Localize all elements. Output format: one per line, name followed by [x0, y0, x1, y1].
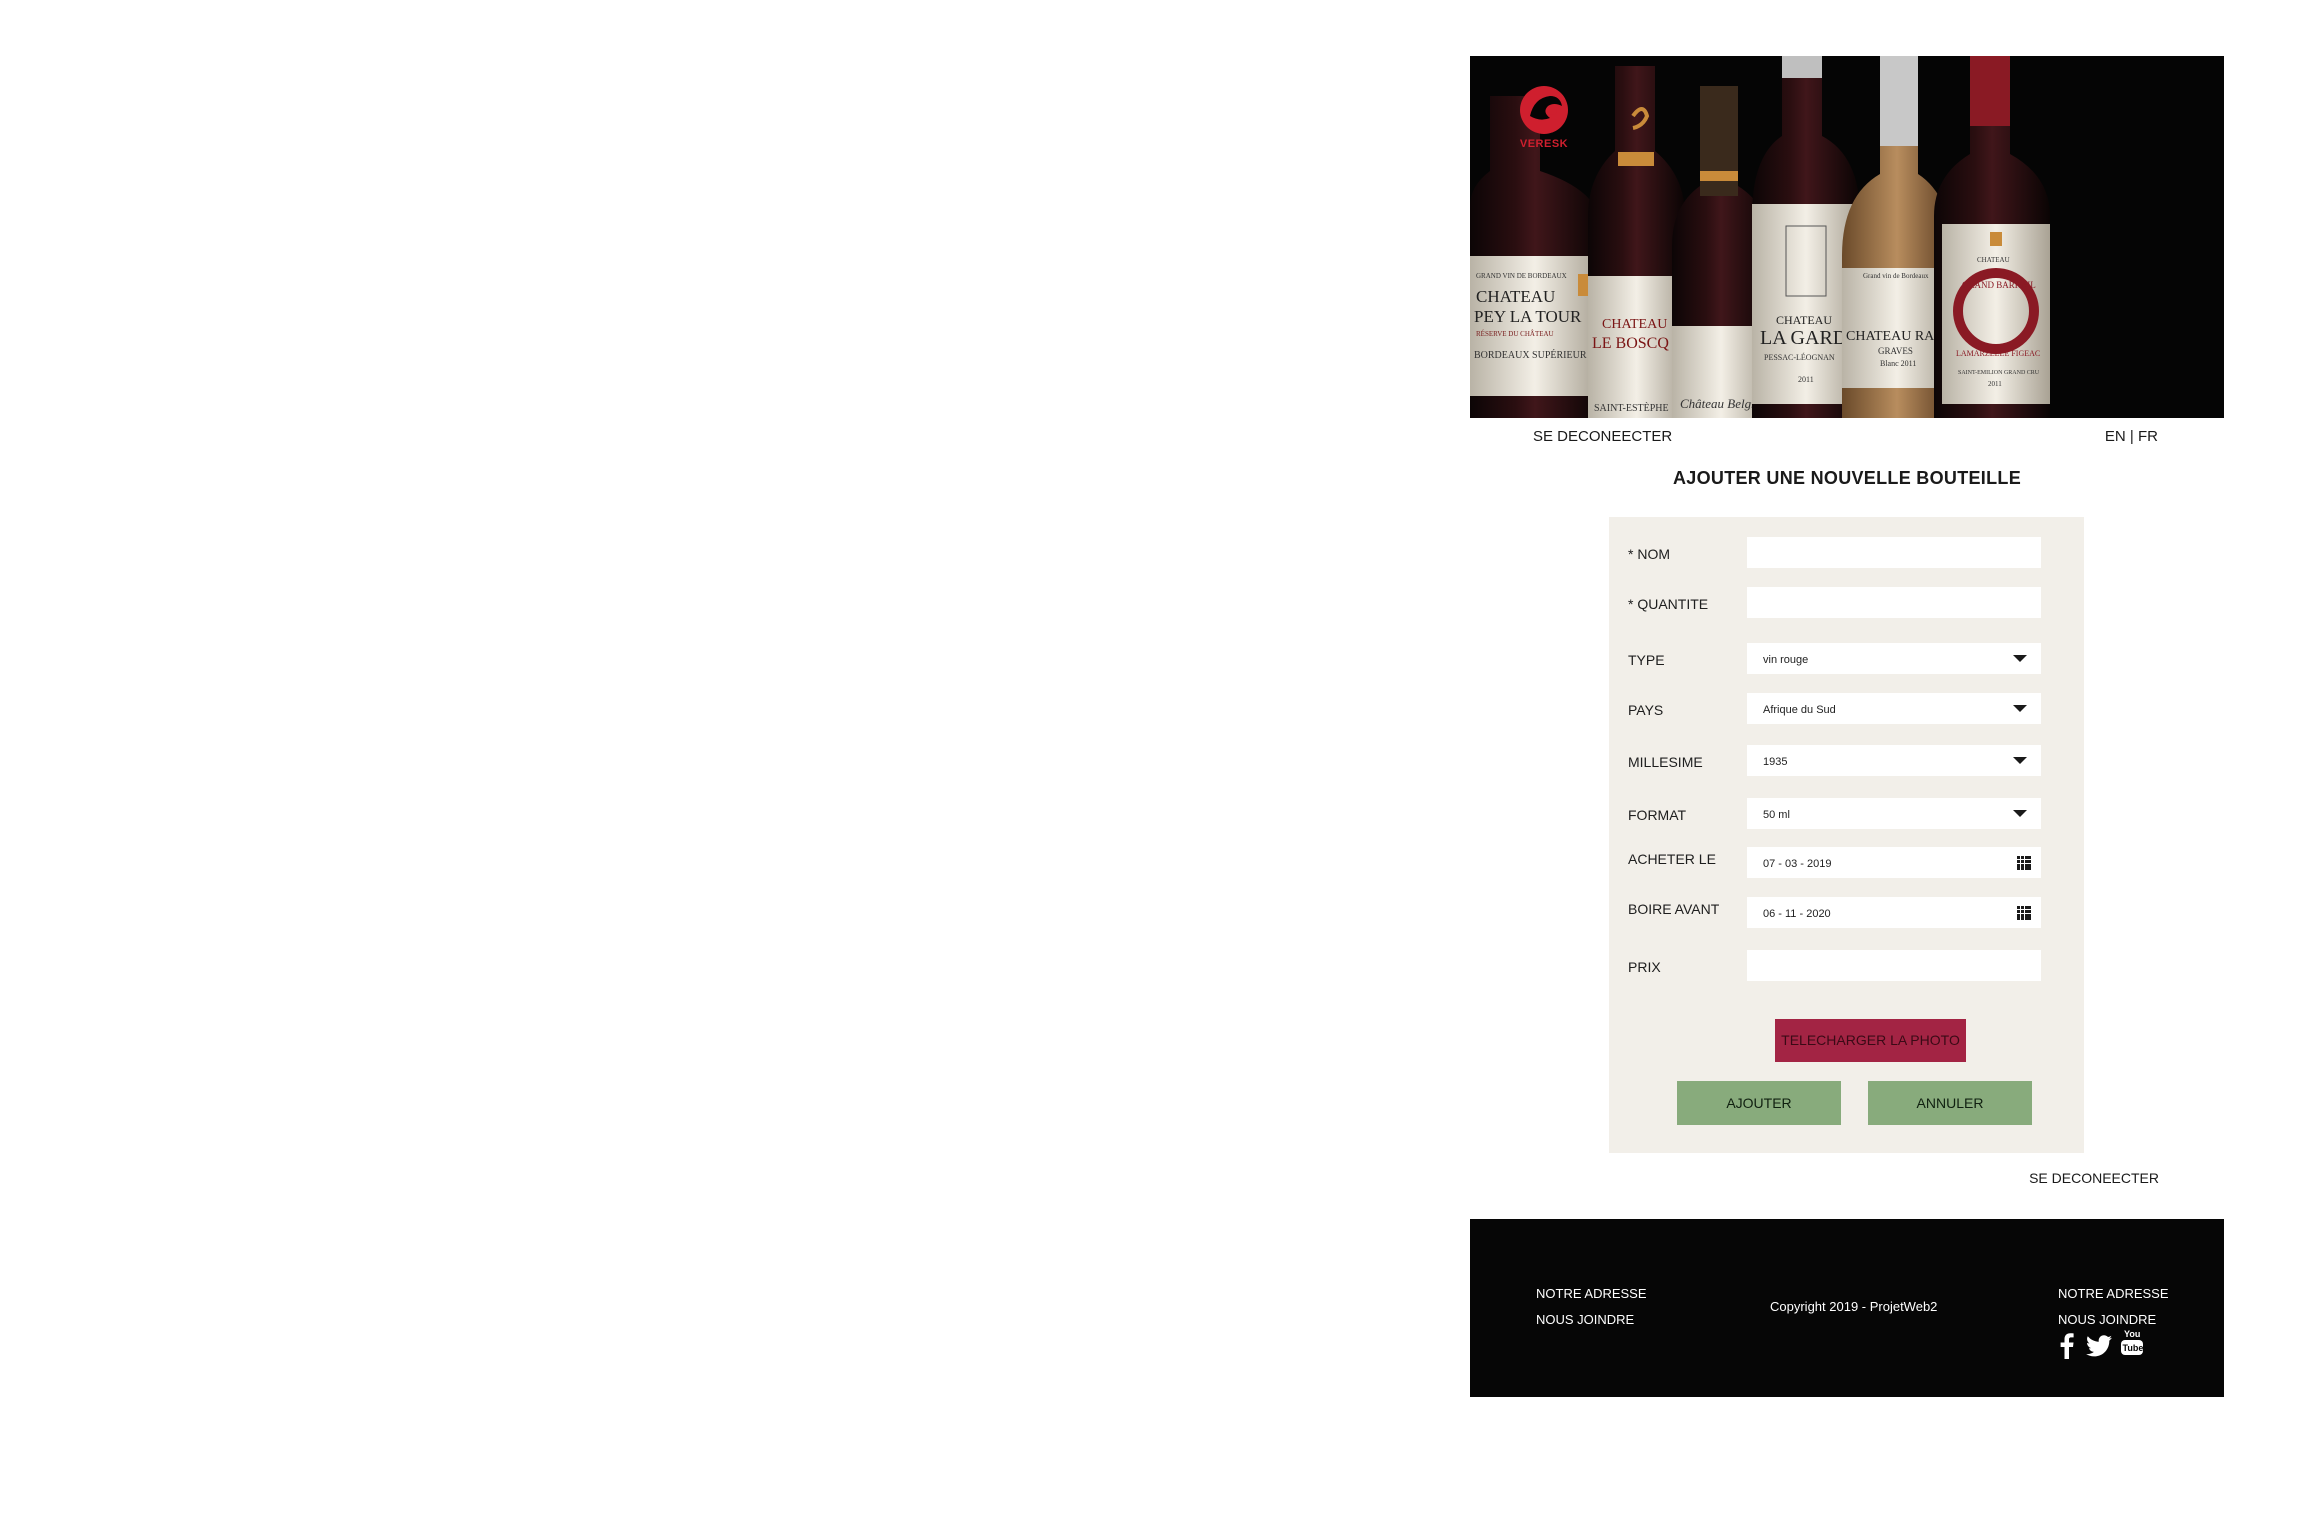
quantite-label: * QUANTITE: [1628, 596, 1709, 612]
add-bottle-form: * NOM * QUANTITE TYPE vin rouge PAYS Afr…: [1609, 517, 2084, 1153]
row-boire-avant: BOIRE AVANT 06 - 11 - 2020: [1609, 897, 2084, 929]
svg-text:SAINT-EMILION GRAND CRU: SAINT-EMILION GRAND CRU: [1958, 370, 2040, 376]
boire-avant-value: 06 - 11 - 2020: [1763, 908, 1831, 920]
facebook-icon[interactable]: [2060, 1333, 2074, 1359]
row-quantite: * QUANTITE: [1609, 587, 2084, 619]
page: GRAND VIN DE BORDEAUX CHATEAU PEY LA TOU…: [1470, 56, 2224, 1397]
footer: NOTRE ADRESSE NOUS JOINDRE Copyright 201…: [1470, 1219, 2224, 1397]
add-button[interactable]: AJOUTER: [1677, 1081, 1841, 1125]
brand-name: VERESK: [1519, 138, 1569, 150]
svg-text:Tube: Tube: [2123, 1343, 2144, 1353]
footer-links-right: NOTRE ADRESSE NOUS JOINDRE: [2058, 1281, 2169, 1333]
language-switcher: EN | FR: [2105, 428, 2158, 445]
bottles-illustration: GRAND VIN DE BORDEAUX CHATEAU PEY LA TOU…: [1470, 56, 2224, 418]
svg-text:PEY LA TOUR: PEY LA TOUR: [1474, 307, 1582, 326]
nom-input[interactable]: [1747, 537, 2041, 568]
format-select[interactable]: 50 ml: [1747, 798, 2041, 829]
footer-contact-link[interactable]: NOUS JOINDRE: [1536, 1307, 1647, 1333]
row-pays: PAYS Afrique du Sud: [1609, 693, 2084, 725]
copyright: Copyright 2019 - ProjetWeb2: [1770, 1299, 1938, 1314]
svg-text:Blanc 2011: Blanc 2011: [1880, 359, 1916, 368]
svg-text:BORDEAUX SUPÉRIEUR: BORDEAUX SUPÉRIEUR: [1474, 349, 1587, 361]
boire-avant-date-input[interactable]: 06 - 11 - 2020: [1747, 897, 2041, 928]
veresk-logo-icon: [1520, 86, 1568, 134]
pays-label: PAYS: [1628, 702, 1664, 718]
svg-text:2011: 2011: [1988, 380, 2002, 388]
pays-select[interactable]: Afrique du Sud: [1747, 693, 2041, 724]
row-format: FORMAT 50 ml: [1609, 798, 2084, 830]
svg-text:CHATEAU: CHATEAU: [1602, 317, 1667, 332]
type-select[interactable]: vin rouge: [1747, 643, 2041, 674]
svg-text:CHATEAU: CHATEAU: [1476, 287, 1555, 306]
svg-text:GRAND BARRAIL: GRAND BARRAIL: [1962, 280, 2036, 290]
millesime-select[interactable]: 1935: [1747, 745, 2041, 776]
boire-avant-label: BOIRE AVANT: [1628, 901, 1720, 917]
footer-links-left: NOTRE ADRESSE NOUS JOINDRE: [1536, 1281, 1647, 1333]
acheter-le-date-input[interactable]: 07 - 03 - 2019: [1747, 847, 2041, 878]
svg-text:2011: 2011: [1798, 375, 1814, 384]
svg-text:PESSAC-LÉOGNAN: PESSAC-LÉOGNAN: [1764, 352, 1835, 362]
top-nav: SE DECONEECTER EN | FR: [1470, 424, 2224, 454]
footer-contact-link-right[interactable]: NOUS JOINDRE: [2058, 1307, 2169, 1333]
svg-text:LE BOSCQ: LE BOSCQ: [1592, 335, 1669, 352]
nom-label: * NOM: [1628, 546, 1670, 562]
svg-text:You: You: [2124, 1329, 2140, 1339]
footer-address-link[interactable]: NOTRE ADRESSE: [1536, 1281, 1647, 1307]
cancel-button[interactable]: ANNULER: [1868, 1081, 2032, 1125]
lang-separator: |: [2129, 428, 2134, 445]
twitter-icon[interactable]: [2086, 1335, 2112, 1357]
svg-text:RÉSERVE DU CHÂTEAU: RÉSERVE DU CHÂTEAU: [1476, 330, 1554, 338]
bottom-logout-link[interactable]: SE DECONEECTER: [2029, 1170, 2159, 1186]
svg-text:CHATEAU: CHATEAU: [1776, 313, 1832, 327]
calendar-icon[interactable]: [2017, 856, 2031, 870]
quantite-input[interactable]: [1747, 587, 2041, 618]
svg-text:CHATEAU: CHATEAU: [1977, 256, 2010, 264]
svg-text:Grand vin de Bordeaux: Grand vin de Bordeaux: [1863, 272, 1929, 280]
row-type: TYPE vin rouge: [1609, 643, 2084, 675]
svg-text:LAMARZELLE FIGEAC: LAMARZELLE FIGEAC: [1956, 349, 2040, 358]
format-label: FORMAT: [1628, 807, 1687, 823]
hero-banner: GRAND VIN DE BORDEAUX CHATEAU PEY LA TOU…: [1470, 56, 2224, 418]
acheter-le-label: ACHETER LE: [1628, 851, 1716, 867]
footer-address-link-right[interactable]: NOTRE ADRESSE: [2058, 1281, 2169, 1307]
svg-text:SAINT-ESTÈPHE: SAINT-ESTÈPHE: [1594, 402, 1669, 414]
row-acheter-le: ACHETER LE 07 - 03 - 2019: [1609, 847, 2084, 879]
acheter-le-value: 07 - 03 - 2019: [1763, 858, 1832, 870]
row-millesime: MILLESIME 1935: [1609, 745, 2084, 777]
row-nom: * NOM: [1609, 537, 2084, 569]
svg-text:GRAND VIN DE BORDEAUX: GRAND VIN DE BORDEAUX: [1476, 272, 1567, 280]
prix-label: PRIX: [1628, 959, 1661, 975]
page-title: AJOUTER UNE NOUVELLE BOUTEILLE: [1672, 468, 2022, 488]
logout-link[interactable]: SE DECONEECTER: [1533, 428, 1672, 445]
svg-text:GRAVES: GRAVES: [1878, 346, 1913, 356]
lang-en-link[interactable]: EN: [2105, 428, 2126, 445]
row-prix: PRIX: [1609, 950, 2084, 982]
millesime-label: MILLESIME: [1628, 754, 1703, 770]
veresk-logo[interactable]: VERESK: [1516, 82, 1572, 152]
type-label: TYPE: [1628, 652, 1665, 668]
youtube-icon[interactable]: You Tube: [2120, 1327, 2144, 1357]
upload-photo-button[interactable]: TELECHARGER LA PHOTO: [1775, 1019, 1966, 1062]
prix-input[interactable]: [1747, 950, 2041, 981]
lang-fr-link[interactable]: FR: [2138, 428, 2158, 445]
calendar-icon[interactable]: [2017, 906, 2031, 920]
